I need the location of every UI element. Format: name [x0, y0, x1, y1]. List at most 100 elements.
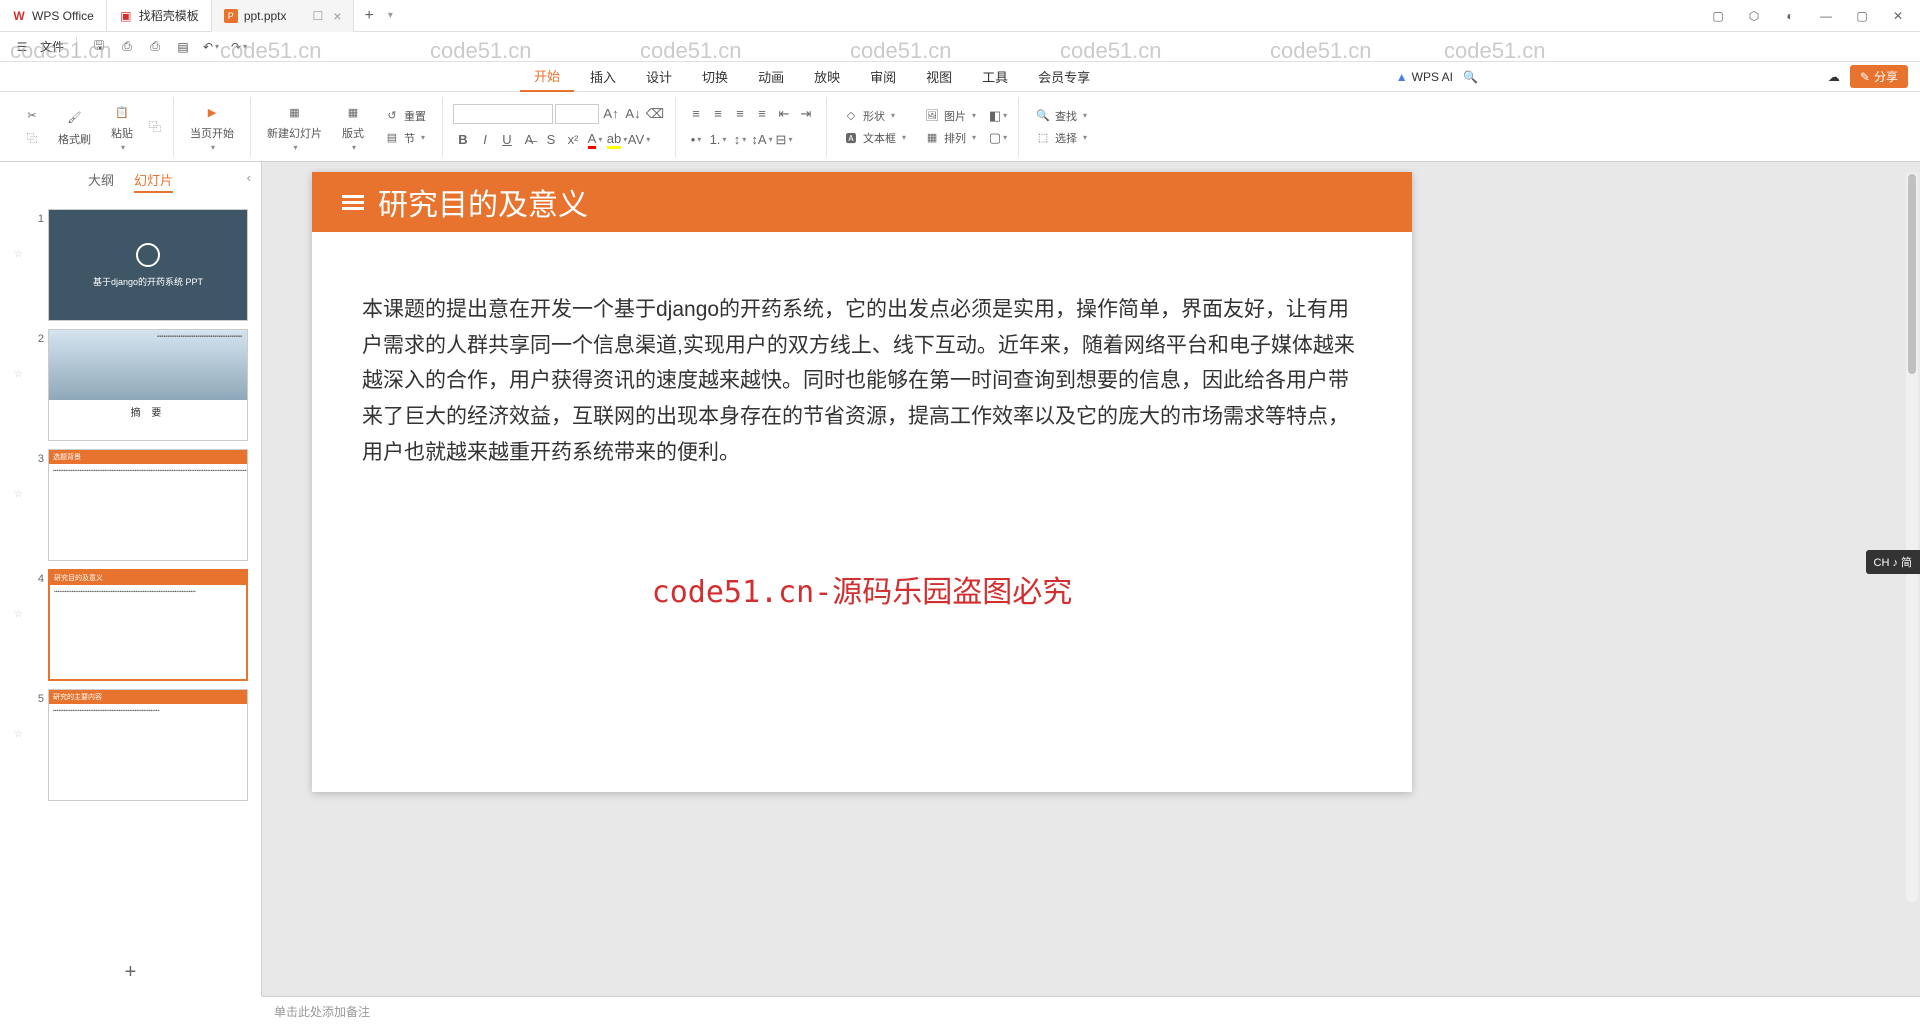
paste-button[interactable]: 📋粘贴▾ — [103, 97, 141, 156]
shape-outline-icon[interactable]: ▢▾ — [988, 128, 1008, 148]
superscript-icon[interactable]: x² — [563, 130, 583, 150]
thumbnail-1[interactable]: 基于django的开药系统 PPT — [48, 209, 248, 321]
star-icon[interactable]: ☆ — [14, 329, 26, 380]
star-icon[interactable]: ☆ — [14, 449, 26, 500]
bold-icon[interactable]: B — [453, 130, 473, 150]
section-button[interactable]: ▤节▾ — [378, 128, 432, 148]
tab-animation[interactable]: 动画 — [744, 62, 798, 92]
number-icon[interactable]: 1.▾ — [708, 130, 728, 150]
text-direction-icon[interactable]: ↕A▾ — [752, 130, 772, 150]
indent-inc-icon[interactable]: ⇥ — [796, 104, 816, 124]
strikethrough-icon[interactable]: A̶ — [519, 130, 539, 150]
font-size-select[interactable] — [555, 104, 599, 124]
select-button[interactable]: ⬚选择▾ — [1029, 128, 1093, 148]
new-slide-button[interactable]: ▦新建幻灯片▾ — [261, 97, 328, 156]
justify-icon[interactable]: ≡ — [752, 104, 772, 124]
language-indicator[interactable]: CH ♪ 简 — [1866, 550, 1920, 574]
add-slide-button[interactable]: + — [0, 949, 261, 996]
decrease-font-icon[interactable]: A↓ — [623, 104, 643, 124]
tab-start[interactable]: 开始 — [520, 62, 574, 92]
align-left-icon[interactable]: ≡ — [686, 104, 706, 124]
tab-ppt[interactable]: P ppt.pptx ☐ × — [212, 0, 355, 32]
tab-design[interactable]: 设计 — [632, 62, 686, 92]
shadow-icon[interactable]: S — [541, 130, 561, 150]
file-menu[interactable]: 文件 — [40, 38, 64, 55]
tab-member[interactable]: 会员专享 — [1024, 62, 1104, 92]
menu-icon[interactable]: ☰ — [12, 37, 32, 57]
font-color-icon[interactable]: A▾ — [585, 130, 605, 150]
window-close-icon[interactable]: ✕ — [1888, 6, 1908, 26]
cube-icon[interactable]: ⬡ — [1744, 6, 1764, 26]
highlight-icon[interactable]: ab▾ — [607, 130, 627, 150]
indent-dec-icon[interactable]: ⇤ — [774, 104, 794, 124]
increase-font-icon[interactable]: A↑ — [601, 104, 621, 124]
italic-icon[interactable]: I — [475, 130, 495, 150]
bullet-icon[interactable]: • ▾ — [686, 130, 706, 150]
tab-tools[interactable]: 工具 — [968, 62, 1022, 92]
search-icon[interactable]: 🔍 — [1463, 70, 1478, 84]
tab-template[interactable]: ▣ 找稻壳模板 — [107, 0, 212, 32]
font-select[interactable] — [453, 104, 553, 124]
thumbnail-4[interactable]: 研究目的及意义 ▪▪▪▪▪▪▪▪▪▪▪▪▪▪▪▪▪▪▪▪▪▪▪▪▪▪▪▪▪▪▪▪… — [48, 569, 248, 681]
tab-dropdown-icon[interactable]: ▾ — [388, 10, 393, 21]
tab-review[interactable]: 审阅 — [856, 62, 910, 92]
star-icon[interactable]: ☆ — [14, 569, 26, 620]
window-mode-icon[interactable]: ▢ — [1708, 6, 1728, 26]
line-spacing-icon[interactable]: ↕▾ — [730, 130, 750, 150]
tab-menu-icon[interactable]: ☐ — [313, 9, 324, 23]
tab-insert[interactable]: 插入 — [576, 62, 630, 92]
tab-slideshow[interactable]: 放映 — [800, 62, 854, 92]
minimize-icon[interactable]: — — [1816, 6, 1836, 26]
arrange-button[interactable]: ▦排列▾ — [918, 128, 982, 148]
align-center-icon[interactable]: ≡ — [708, 104, 728, 124]
redo-icon[interactable]: ↷▾ — [229, 37, 249, 57]
print2-icon[interactable]: ⎙ — [145, 37, 165, 57]
notes-pane[interactable]: 单击此处添加备注 — [262, 996, 1920, 1026]
clear-format-icon[interactable]: ⌫ — [645, 104, 665, 124]
reset-button[interactable]: ↺重置 — [378, 106, 432, 126]
print-icon[interactable]: ⎙ — [117, 37, 137, 57]
from-current-button[interactable]: ▶当页开始▾ — [184, 97, 240, 156]
picture-button[interactable]: 🖼图片▾ — [918, 106, 982, 126]
tab-add-button[interactable]: + — [354, 7, 383, 25]
close-icon[interactable]: × — [333, 8, 341, 24]
tab-wps-office[interactable]: W WPS Office — [0, 0, 107, 32]
textbox-button[interactable]: 🅰文本框▾ — [837, 128, 912, 148]
cut-button[interactable]: ✂ — [18, 106, 46, 126]
align-text-icon[interactable]: ⊟▾ — [774, 130, 794, 150]
thumbnail-3[interactable]: 选题背景 ▪▪▪▪▪▪▪▪▪▪▪▪▪▪▪▪▪▪▪▪▪▪▪▪▪▪▪▪▪▪▪▪▪▪▪… — [48, 449, 248, 561]
sidebar-tab-outline[interactable]: 大纲 — [88, 170, 114, 193]
wps-ai-button[interactable]: ▲WPS AI — [1396, 70, 1453, 84]
slide-body[interactable]: 本课题的提出意在开发一个基于django的开药系统，它的出发点必须是实用，操作简… — [312, 232, 1412, 530]
undo-icon[interactable]: ↶▾ — [201, 37, 221, 57]
star-icon[interactable]: ☆ — [14, 689, 26, 740]
save-icon[interactable]: 🖫 — [89, 37, 109, 57]
char-spacing-icon[interactable]: AV▾ — [629, 130, 649, 150]
layout-button[interactable]: ▦版式▾ — [334, 97, 372, 156]
user-icon[interactable]: ◐ — [1780, 6, 1800, 26]
maximize-icon[interactable]: ▢ — [1852, 6, 1872, 26]
copy-button[interactable]: ⿻ — [18, 128, 46, 148]
share-button[interactable]: ✎ 分享 — [1850, 65, 1908, 88]
cloud-icon[interactable]: ☁ — [1828, 70, 1840, 84]
slide-title[interactable]: 研究目的及意义 — [378, 180, 588, 224]
star-icon[interactable]: ☆ — [14, 209, 26, 260]
shape-button[interactable]: ◇形状▾ — [837, 106, 912, 126]
tab-view[interactable]: 视图 — [912, 62, 966, 92]
shape-fill-icon[interactable]: ◧▾ — [988, 106, 1008, 126]
slide-canvas[interactable]: 研究目的及意义 本课题的提出意在开发一个基于django的开药系统，它的出发点必… — [312, 172, 1412, 792]
format-painter-button[interactable]: 🖌格式刷 — [52, 103, 97, 151]
select-icon: ⬚ — [1035, 130, 1051, 146]
preview-icon[interactable]: ▤ — [173, 37, 193, 57]
paste-special-icon[interactable]: ⿻ — [147, 119, 163, 135]
thumbnail-5[interactable]: 研究的主要内容 ▪▪▪▪▪▪▪▪▪▪▪▪▪▪▪▪▪▪▪▪▪▪▪▪▪▪▪▪▪▪▪▪… — [48, 689, 248, 801]
sidebar-tab-slides[interactable]: 幻灯片 — [134, 170, 173, 193]
find-button[interactable]: 🔍查找▾ — [1029, 106, 1093, 126]
vertical-scrollbar[interactable] — [1906, 172, 1918, 902]
align-right-icon[interactable]: ≡ — [730, 104, 750, 124]
tab-transition[interactable]: 切换 — [688, 62, 742, 92]
underline-icon[interactable]: U — [497, 130, 517, 150]
slide-editor[interactable]: 研究目的及意义 本课题的提出意在开发一个基于django的开药系统，它的出发点必… — [262, 162, 1920, 996]
thumbnail-2[interactable]: ▪▪▪▪▪▪▪▪▪▪▪▪▪▪▪▪▪▪▪▪▪▪▪▪▪▪▪▪▪▪▪▪▪▪▪▪▪▪▪▪… — [48, 329, 248, 441]
collapse-icon[interactable]: ‹ — [247, 170, 251, 185]
